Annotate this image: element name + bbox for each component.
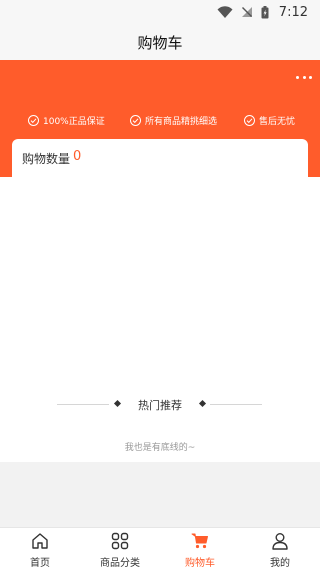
- tab-categories[interactable]: 商品分类: [80, 532, 160, 569]
- tab-label: 我的: [270, 558, 290, 569]
- check-circle-icon: [28, 114, 39, 126]
- cart-count-value: 0: [73, 149, 82, 164]
- tab-cart[interactable]: 购物车: [160, 532, 240, 569]
- grid-icon: [111, 532, 129, 550]
- cart-content-area: 热门推荐 我也是有底线的~: [0, 177, 320, 462]
- divider-line: [210, 404, 262, 405]
- guarantee-item: 所有商品精挑细选: [130, 112, 217, 128]
- tab-label: 购物车: [185, 558, 215, 569]
- dot-icon: [296, 75, 299, 79]
- hot-recommend-header: 热门推荐: [0, 396, 320, 412]
- home-icon: [32, 533, 48, 549]
- guarantee-item: 100%正品保证: [28, 112, 105, 128]
- check-circle-icon: [130, 114, 141, 126]
- more-options-button[interactable]: [296, 72, 312, 82]
- status-bar: 7:12: [0, 0, 320, 24]
- tab-home[interactable]: 首页: [0, 532, 80, 569]
- cart-icon: [191, 533, 208, 549]
- battery-icon: [261, 5, 269, 18]
- tab-label: 商品分类: [100, 558, 140, 569]
- guarantee-item: 售后无忧: [244, 112, 295, 128]
- tab-profile[interactable]: 我的: [240, 532, 320, 569]
- status-time: 7:12: [278, 4, 308, 20]
- end-of-list-text: 我也是有底线的~: [124, 443, 196, 453]
- guarantee-label: 所有商品精挑细选: [145, 116, 218, 127]
- page-title: 购物车: [137, 34, 183, 52]
- dot-icon: [302, 75, 306, 79]
- dot-icon: [309, 75, 312, 79]
- wifi-icon: [217, 6, 233, 18]
- guarantee-label: 售后无忧: [259, 116, 296, 127]
- status-icons: 7:12: [217, 4, 308, 20]
- check-circle-icon: [244, 114, 255, 126]
- hot-recommend-title: 热门推荐: [138, 399, 182, 412]
- tab-label: 首页: [30, 558, 50, 569]
- bottom-tab-bar: 首页 商品分类 购物车 我的: [0, 527, 320, 569]
- guarantee-list: 100%正品保证 所有商品精挑细选 售后无忧: [0, 112, 320, 128]
- user-icon: [272, 533, 288, 550]
- cart-count-card: 购物数量 0: [12, 139, 308, 177]
- guarantee-label: 100%正品保证: [43, 116, 105, 127]
- no-signal-icon: [241, 7, 252, 17]
- cart-count-label: 购物数量: [22, 152, 71, 166]
- title-bar: 购物车: [0, 24, 320, 60]
